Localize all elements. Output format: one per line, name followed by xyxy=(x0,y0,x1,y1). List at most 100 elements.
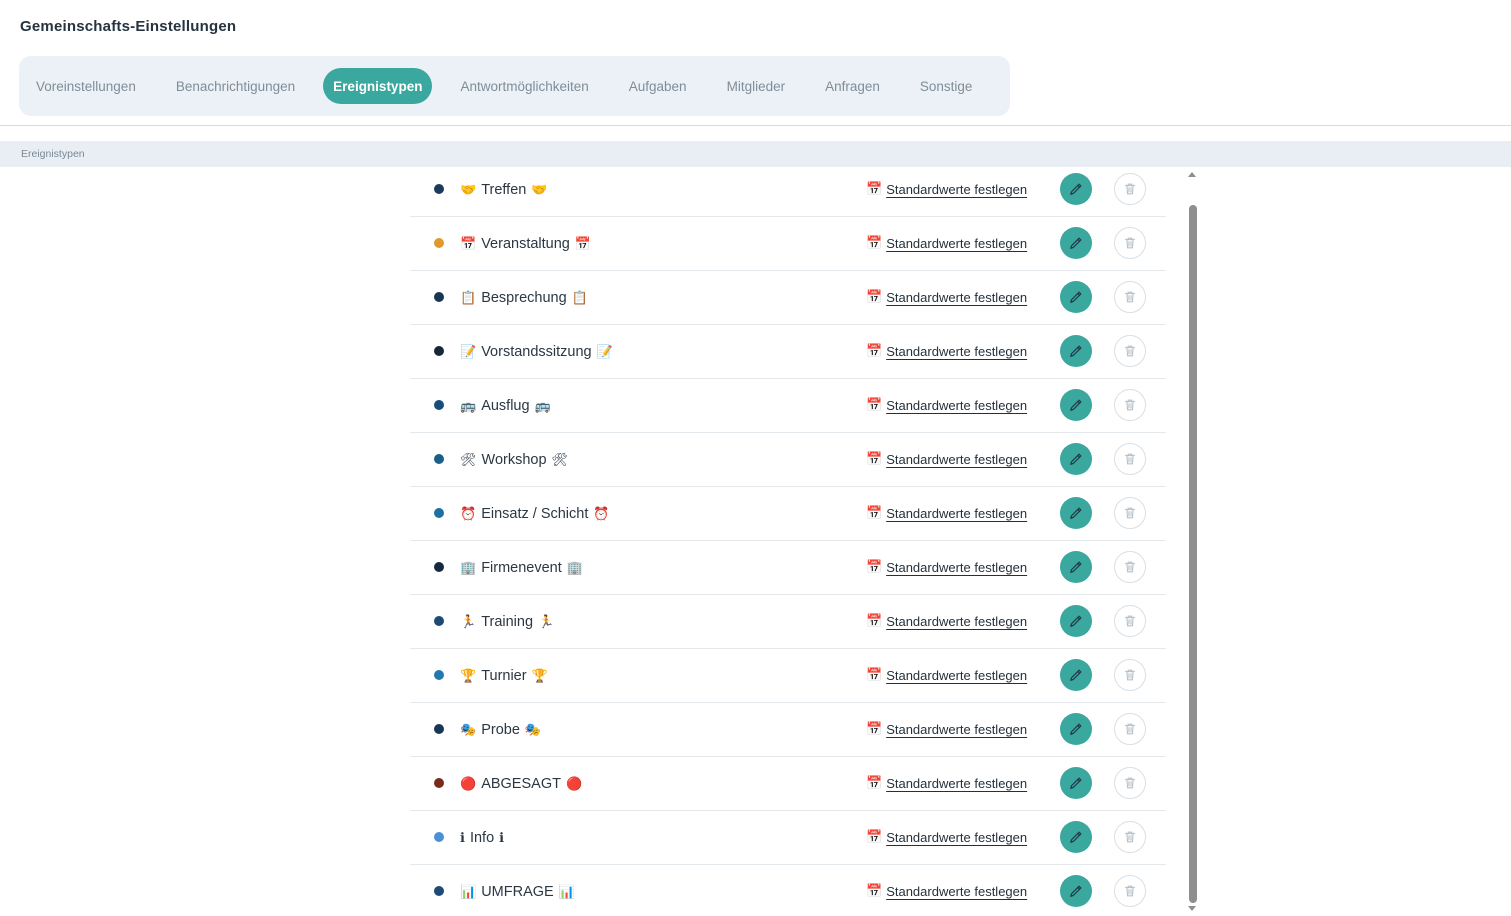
trash-icon xyxy=(1123,506,1137,520)
tab-voreinstellungen[interactable]: Voreinstellungen xyxy=(24,68,148,104)
set-defaults-action: 📅 Standardwerte festlegen xyxy=(866,433,1027,485)
set-defaults-link[interactable]: Standardwerte festlegen xyxy=(886,614,1027,629)
event-emoji-icon: 🎭 xyxy=(460,722,477,737)
section-title: Ereignistypen xyxy=(21,148,85,160)
event-color-dot xyxy=(434,184,444,194)
set-defaults-link[interactable]: Standardwerte festlegen xyxy=(886,290,1027,305)
edit-button[interactable] xyxy=(1060,767,1092,799)
tab-antwortmöglichkeiten[interactable]: Antwortmöglichkeiten xyxy=(448,68,600,104)
edit-button[interactable] xyxy=(1060,227,1092,259)
tab-mitglieder[interactable]: Mitglieder xyxy=(715,68,798,104)
pencil-icon xyxy=(1069,182,1083,196)
event-type-row: 🏢 Firmenevent 🏢 📅 Standardwerte festlegen xyxy=(410,541,1166,595)
event-color-dot xyxy=(434,454,444,464)
event-type-row: 🎭 Probe 🎭 📅 Standardwerte festlegen xyxy=(410,703,1166,757)
edit-button[interactable] xyxy=(1060,551,1092,583)
delete-button[interactable] xyxy=(1114,335,1146,367)
event-emoji-icon: 🏆 xyxy=(460,668,477,683)
delete-button[interactable] xyxy=(1114,605,1146,637)
event-type-label: Ausflug xyxy=(481,398,530,414)
edit-button[interactable] xyxy=(1060,281,1092,313)
delete-button[interactable] xyxy=(1114,281,1146,313)
set-defaults-action: 📅 Standardwerte festlegen xyxy=(866,163,1027,215)
edit-button[interactable] xyxy=(1060,335,1092,367)
event-type-label: Probe xyxy=(481,722,520,738)
event-emoji-icon: 🔴 xyxy=(460,776,477,791)
scroll-down-arrow-icon[interactable] xyxy=(1188,906,1196,911)
tab-benachrichtigungen[interactable]: Benachrichtigungen xyxy=(164,68,307,104)
set-defaults-link[interactable]: Standardwerte festlegen xyxy=(886,236,1027,251)
tab-aufgaben[interactable]: Aufgaben xyxy=(617,68,699,104)
trash-icon xyxy=(1123,398,1137,412)
delete-button[interactable] xyxy=(1114,443,1146,475)
set-defaults-link[interactable]: Standardwerte festlegen xyxy=(886,830,1027,845)
delete-button[interactable] xyxy=(1114,821,1146,853)
trash-icon xyxy=(1123,830,1137,844)
event-type-list: 🤝 Treffen 🤝 📅 Standardwerte festlegen 📅 Verans… xyxy=(410,163,1166,916)
event-type-label: Firmenevent xyxy=(481,560,562,576)
set-defaults-link[interactable]: Standardwerte festlegen xyxy=(886,182,1027,197)
event-color-dot xyxy=(434,886,444,896)
set-defaults-link[interactable]: Standardwerte festlegen xyxy=(886,506,1027,521)
calendar-icon: 📅 xyxy=(866,289,883,304)
set-defaults-link[interactable]: Standardwerte festlegen xyxy=(886,344,1027,359)
delete-button[interactable] xyxy=(1114,173,1146,205)
event-type-name: 🚌 Ausflug 🚌 xyxy=(458,379,553,433)
delete-button[interactable] xyxy=(1114,713,1146,745)
edit-button[interactable] xyxy=(1060,173,1092,205)
event-color-dot xyxy=(434,832,444,842)
calendar-icon: 📅 xyxy=(866,721,883,736)
event-emoji-icon: 🔴 xyxy=(565,776,583,791)
edit-button[interactable] xyxy=(1060,605,1092,637)
event-type-name: 🛠 Workshop 🛠 xyxy=(458,433,570,487)
delete-button[interactable] xyxy=(1114,389,1146,421)
scroll-up-arrow-icon[interactable] xyxy=(1188,172,1196,177)
delete-button[interactable] xyxy=(1114,659,1146,691)
delete-button[interactable] xyxy=(1114,875,1146,907)
event-color-dot xyxy=(434,670,444,680)
trash-icon xyxy=(1123,236,1137,250)
event-emoji-icon: 🏆 xyxy=(531,668,548,683)
set-defaults-link[interactable]: Standardwerte festlegen xyxy=(886,398,1027,413)
pencil-icon xyxy=(1069,398,1083,412)
scrollbar-thumb[interactable] xyxy=(1189,205,1197,903)
edit-button[interactable] xyxy=(1060,875,1092,907)
pencil-icon xyxy=(1069,884,1083,898)
trash-icon xyxy=(1123,614,1137,628)
tab-ereignistypen[interactable]: Ereignistypen xyxy=(323,68,433,104)
edit-button[interactable] xyxy=(1060,713,1092,745)
event-emoji-icon: ℹ xyxy=(460,830,465,845)
edit-button[interactable] xyxy=(1060,821,1092,853)
edit-button[interactable] xyxy=(1060,443,1092,475)
set-defaults-link[interactable]: Standardwerte festlegen xyxy=(886,560,1027,575)
event-type-label: Einsatz / Schicht xyxy=(481,506,589,522)
delete-button[interactable] xyxy=(1114,767,1146,799)
set-defaults-action: 📅 Standardwerte festlegen xyxy=(866,271,1027,323)
event-type-label: Veranstaltung xyxy=(481,236,570,252)
event-emoji-icon: 🤝 xyxy=(531,182,548,197)
trash-icon xyxy=(1123,344,1137,358)
pencil-icon xyxy=(1069,506,1083,520)
event-emoji-icon: 🏢 xyxy=(566,560,583,575)
edit-button[interactable] xyxy=(1060,497,1092,529)
event-type-row: 📋 Besprechung 📋 📅 Standardwerte festlegen xyxy=(410,271,1166,325)
edit-button[interactable] xyxy=(1060,659,1092,691)
event-emoji-icon: 🏢 xyxy=(460,560,477,575)
pencil-icon xyxy=(1069,722,1083,736)
delete-button[interactable] xyxy=(1114,227,1146,259)
tab-sonstige[interactable]: Sonstige xyxy=(908,68,985,104)
delete-button[interactable] xyxy=(1114,551,1146,583)
event-emoji-icon: 📋 xyxy=(460,290,477,305)
set-defaults-link[interactable]: Standardwerte festlegen xyxy=(886,884,1027,899)
edit-button[interactable] xyxy=(1060,389,1092,421)
event-type-name: 🎭 Probe 🎭 xyxy=(458,703,543,757)
set-defaults-link[interactable]: Standardwerte festlegen xyxy=(886,722,1027,737)
set-defaults-link[interactable]: Standardwerte festlegen xyxy=(886,776,1027,791)
set-defaults-link[interactable]: Standardwerte festlegen xyxy=(886,668,1027,683)
delete-button[interactable] xyxy=(1114,497,1146,529)
set-defaults-action: 📅 Standardwerte festlegen xyxy=(866,541,1027,593)
tab-anfragen[interactable]: Anfragen xyxy=(813,68,892,104)
pencil-icon xyxy=(1069,830,1083,844)
set-defaults-link[interactable]: Standardwerte festlegen xyxy=(886,452,1027,467)
pencil-icon xyxy=(1069,668,1083,682)
